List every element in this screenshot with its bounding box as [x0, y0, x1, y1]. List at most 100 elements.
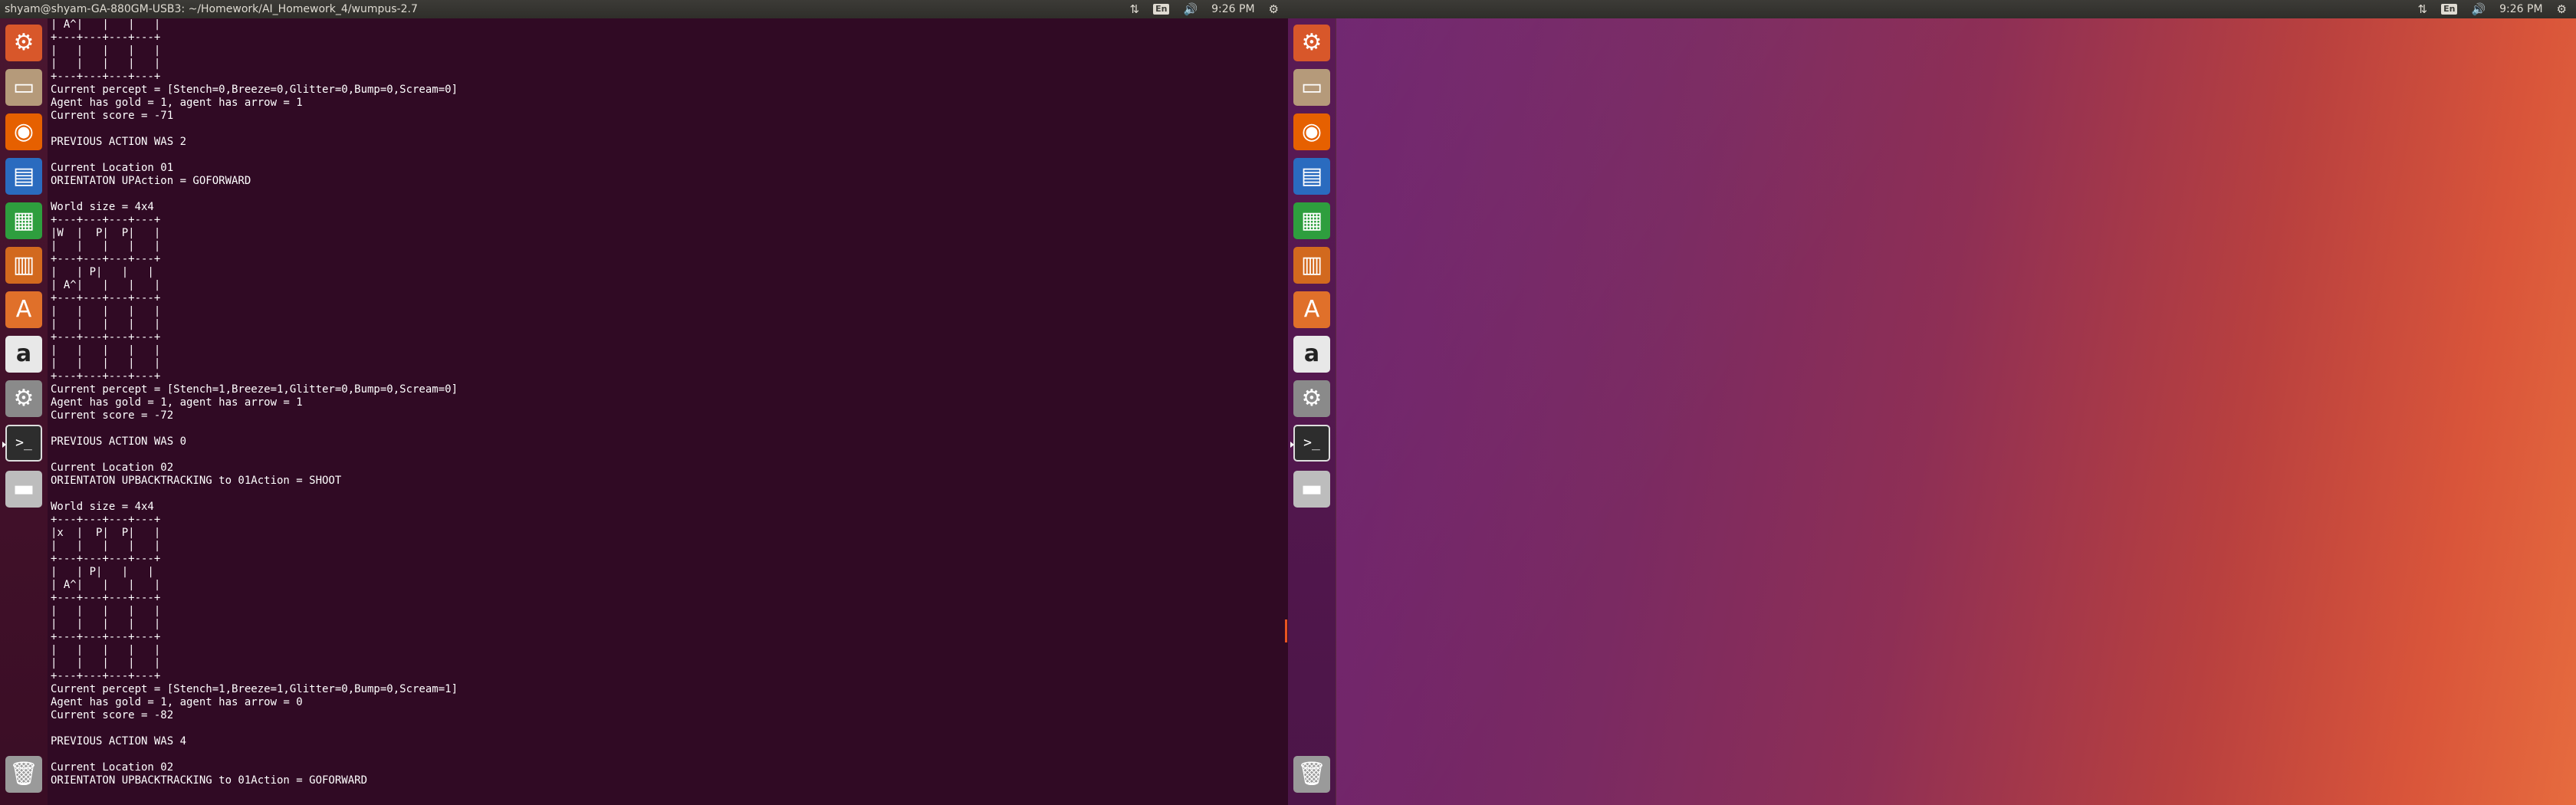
- ubuntu-dash-icon[interactable]: ⚙: [5, 25, 42, 61]
- window-title: shyam@shyam-GA-880GM-USB3: ~/Homework/AI…: [5, 3, 418, 15]
- libreoffice-writer-glyph: ▤: [12, 163, 35, 189]
- files-icon[interactable]: ▭: [1293, 69, 1330, 106]
- top-panel-right: ⇅ En 🔊 9:26 PM ⚙: [1288, 0, 2576, 18]
- terminal-line: | A^| | | |: [51, 18, 161, 31]
- libreoffice-writer-glyph: ▤: [1300, 163, 1323, 189]
- files-glyph: ▭: [12, 74, 35, 100]
- libreoffice-calc-icon[interactable]: ▦: [5, 202, 42, 239]
- amazon-icon[interactable]: a: [1293, 336, 1330, 373]
- clock[interactable]: 9:26 PM: [1211, 0, 1254, 18]
- ubuntu-dash-glyph: ⚙: [13, 29, 34, 56]
- network-icon[interactable]: ⇅: [1130, 0, 1140, 18]
- terminal-line: PREVIOUS ACTION WAS 2: [51, 136, 187, 148]
- ubuntu-dash-icon[interactable]: ⚙: [1293, 25, 1330, 61]
- terminal-output[interactable]: | A^| | | | +---+---+---+---+ | | | | | | |…: [48, 18, 1288, 805]
- terminal-glyph: >_: [1303, 435, 1320, 451]
- libreoffice-impress-icon[interactable]: ▥: [1293, 247, 1330, 284]
- gear-icon[interactable]: ⚙: [1269, 0, 1279, 18]
- terminal-line: PREVIOUS ACTION WAS 4: [51, 735, 187, 748]
- terminal-line: | A^| | | |: [51, 579, 161, 591]
- terminal-line: | | | | |: [51, 357, 161, 370]
- volume-icon[interactable]: 🔊: [1183, 0, 1198, 18]
- launcher-right: ⚙ ▭ ◉ ▤ ▦ ▥ Aa ⚙ >_ ▬ 🗑: [1288, 18, 1336, 805]
- system-settings-icon[interactable]: ⚙: [1293, 380, 1330, 417]
- libreoffice-calc-icon[interactable]: ▦: [1293, 202, 1330, 239]
- terminal-line: +---+---+---+---+: [51, 31, 161, 44]
- terminal-line: +---+---+---+---+: [51, 292, 161, 304]
- terminal-line: +---+---+---+---+: [51, 214, 161, 226]
- terminal-line: World size = 4x4: [51, 501, 154, 513]
- terminal-line: Current score = -72: [51, 409, 174, 422]
- drive-glyph: ▬: [12, 475, 35, 502]
- terminal-line: | | | | |: [51, 618, 161, 630]
- terminal-line: +---+---+---+---+: [51, 253, 161, 265]
- system-settings-glyph: ⚙: [1301, 385, 1322, 412]
- terminal-line: Agent has gold = 1, agent has arrow = 1: [51, 396, 303, 409]
- system-settings-glyph: ⚙: [13, 385, 34, 412]
- terminal-line: +---+---+---+---+: [51, 553, 161, 565]
- terminal-line: Current Location 02: [51, 462, 174, 474]
- keyboard-layout-indicator[interactable]: En: [1153, 4, 1170, 15]
- libreoffice-impress-icon[interactable]: ▥: [5, 247, 42, 284]
- amazon-glyph: a: [1303, 340, 1320, 367]
- clock[interactable]: 9:26 PM: [2499, 0, 2542, 18]
- libreoffice-impress-glyph: ▥: [12, 251, 35, 278]
- libreoffice-writer-icon[interactable]: ▤: [5, 158, 42, 195]
- terminal-line: +---+---+---+---+: [51, 370, 161, 383]
- scroll-indicator[interactable]: [1285, 619, 1287, 642]
- terminal-line: +---+---+---+---+: [51, 331, 161, 343]
- libreoffice-writer-icon[interactable]: ▤: [1293, 158, 1330, 195]
- ubuntu-software-icon[interactable]: A: [5, 291, 42, 328]
- terminal-line: ORIENTATON UPBACKTRACKING to 01Action = …: [51, 475, 342, 487]
- drive-icon[interactable]: ▬: [5, 471, 42, 508]
- terminal-icon[interactable]: >_: [1290, 425, 1330, 462]
- system-settings-icon[interactable]: ⚙: [5, 380, 42, 417]
- terminal-glyph: >_: [15, 435, 32, 451]
- files-glyph: ▭: [1300, 74, 1323, 100]
- terminal-line: PREVIOUS ACTION WAS 0: [51, 435, 187, 448]
- terminal-line: | | | | |: [51, 605, 161, 617]
- indicator-area-right: ⇅ En 🔊 9:26 PM ⚙: [2418, 0, 2576, 18]
- drive-icon[interactable]: ▬: [1293, 471, 1330, 508]
- amazon-icon[interactable]: a: [5, 336, 42, 373]
- terminal-line: ORIENTATON UPBACKTRACKING to 01Action = …: [51, 774, 368, 787]
- terminal-line: Current percept = [Stench=0,Breeze=0,Gli…: [51, 84, 458, 96]
- volume-icon[interactable]: 🔊: [2471, 0, 2486, 18]
- gear-icon[interactable]: ⚙: [2557, 0, 2567, 18]
- terminal-line: | | P| | |: [51, 266, 154, 278]
- firefox-icon[interactable]: ◉: [1293, 113, 1330, 150]
- firefox-icon[interactable]: ◉: [5, 113, 42, 150]
- trash-icon[interactable]: 🗑: [5, 756, 42, 793]
- ubuntu-software-glyph: A: [15, 296, 32, 323]
- trash-icon[interactable]: 🗑: [1293, 756, 1330, 793]
- network-icon[interactable]: ⇅: [2418, 0, 2428, 18]
- terminal-line: | | | | |: [51, 44, 161, 57]
- terminal-line: +---+---+---+---+: [51, 670, 161, 682]
- left-screen: shyam@shyam-GA-880GM-USB3: ~/Homework/AI…: [0, 0, 1288, 805]
- files-icon[interactable]: ▭: [5, 69, 42, 106]
- terminal-icon[interactable]: >_: [2, 425, 42, 462]
- libreoffice-calc-glyph: ▦: [12, 207, 35, 234]
- running-indicator: [1290, 442, 1294, 448]
- terminal-line: Current score = -71: [51, 110, 174, 122]
- terminal-line: +---+---+---+---+: [51, 71, 161, 83]
- terminal-line: | | | | |: [51, 657, 161, 669]
- right-screen-desktop: ⇅ En 🔊 9:26 PM ⚙ ⚙ ▭ ◉ ▤ ▦ ▥ Aa ⚙ >_ ▬ 🗑: [1288, 0, 2576, 805]
- firefox-glyph: ◉: [13, 118, 34, 145]
- terminal-line: | A^| | | |: [51, 279, 161, 291]
- terminal-line: |x | P| P| |: [51, 527, 161, 539]
- terminal-line: | | | | |: [51, 644, 161, 656]
- firefox-glyph: ◉: [1301, 118, 1322, 145]
- terminal-line: | | | | |: [51, 318, 161, 330]
- ubuntu-software-glyph: A: [1303, 296, 1320, 323]
- ubuntu-software-icon[interactable]: A: [1293, 291, 1330, 328]
- terminal-line: | | | | |: [51, 344, 161, 356]
- top-panel: shyam@shyam-GA-880GM-USB3: ~/Homework/AI…: [0, 0, 1288, 18]
- keyboard-layout-indicator[interactable]: En: [2441, 4, 2458, 15]
- amazon-glyph: a: [15, 340, 32, 367]
